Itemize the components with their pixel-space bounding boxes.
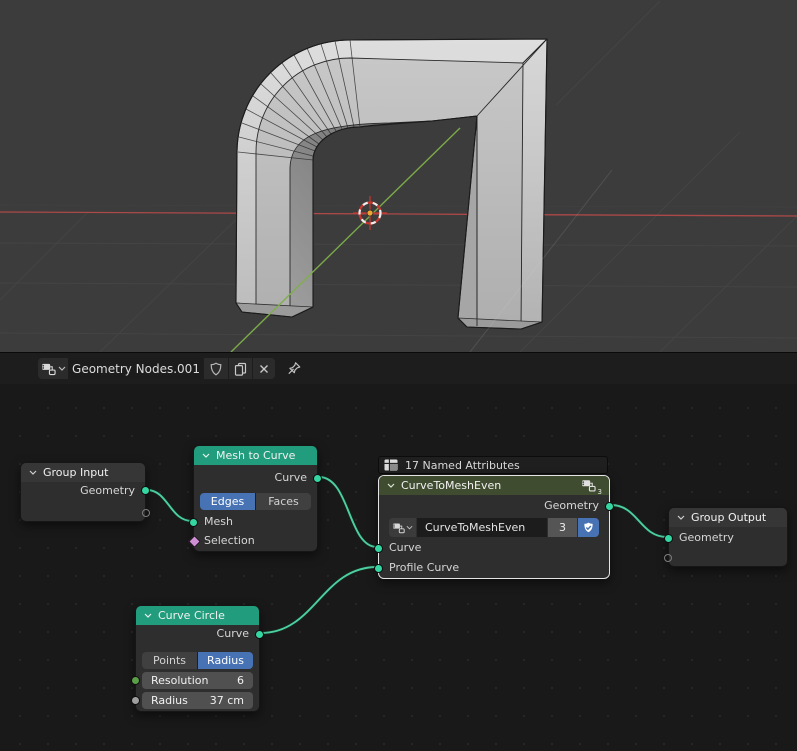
chevron-down-icon — [58, 366, 65, 371]
output-label-geometry: Geometry — [544, 499, 599, 512]
collapse-chevron-icon[interactable] — [387, 483, 395, 488]
node-tree-icon — [41, 363, 56, 376]
output-label-geometry: Geometry — [80, 484, 135, 497]
socket-virtual[interactable] — [664, 554, 672, 562]
link-curvetomesh-groupoutput — [610, 504, 668, 538]
socket-geometry-output[interactable] — [141, 486, 150, 495]
node-header[interactable]: Curve Circle — [136, 606, 259, 625]
node-tree-icon — [392, 523, 405, 534]
shield-icon — [210, 361, 222, 375]
input-label-selection: Selection — [204, 534, 255, 547]
node-tree-icon — [582, 480, 596, 492]
link-curvecircle-curvetomesh — [260, 566, 378, 634]
pin-toggle[interactable] — [287, 361, 302, 376]
mode-toggle: Edges Faces — [200, 493, 311, 510]
datablock-name-field[interactable]: Geometry Nodes.001 — [69, 358, 203, 379]
datablock-selector: Geometry Nodes.001 — [38, 358, 275, 379]
node-title: Curve Circle — [158, 609, 225, 622]
socket-geometry-output[interactable] — [605, 502, 614, 511]
radius-label: Radius — [151, 694, 188, 707]
socket-curve-output[interactable] — [313, 474, 322, 483]
node-title: Mesh to Curve — [216, 449, 296, 462]
socket-radius-input[interactable] — [131, 696, 140, 705]
radius-field[interactable]: Radius 37 cm — [142, 692, 253, 709]
link-groupinput-meshtocurve — [146, 489, 193, 522]
node-title: Group Output — [691, 511, 767, 524]
object-origin-dot — [366, 209, 374, 217]
fake-user-shield-button[interactable] — [578, 518, 599, 537]
node-mesh-to-curve[interactable]: Mesh to Curve Curve Edges Faces Mesh Sel… — [188, 445, 322, 552]
viewport-scene — [0, 0, 797, 352]
close-icon — [260, 364, 268, 373]
node-header[interactable]: Mesh to Curve — [194, 446, 317, 465]
pin-icon — [288, 362, 301, 375]
socket-geometry-input[interactable] — [664, 534, 673, 543]
node-curve-to-mesh-even[interactable]: CurveToMeshEven 3 Geometry CurveToMeshEv… — [374, 475, 614, 579]
blender-window: Geometry Nodes.001 Group Input Geometry … — [0, 0, 797, 751]
collapse-chevron-icon[interactable] — [677, 515, 685, 520]
socket-curve-input[interactable] — [374, 544, 383, 553]
mode-points-button[interactable]: Points — [142, 652, 197, 669]
group-tree-browse-button[interactable] — [389, 518, 416, 537]
duplicate-datablock-button[interactable] — [229, 358, 252, 379]
socket-curve-output[interactable] — [255, 630, 264, 639]
group-name-field[interactable]: CurveToMeshEven — [417, 518, 547, 537]
resolution-value: 6 — [237, 674, 244, 687]
shield-check-icon — [584, 522, 593, 532]
viewport-3d[interactable] — [0, 0, 797, 352]
node-header[interactable]: Group Output — [669, 508, 787, 527]
radius-value: 37 cm — [209, 694, 244, 707]
link-meshtocurve-curvetomesh — [318, 476, 378, 548]
socket-resolution-input[interactable] — [131, 676, 140, 685]
node-editor-canvas[interactable]: Group Input Geometry Mesh to Curve Curve… — [0, 384, 797, 751]
mode-faces-button[interactable]: Faces — [256, 493, 311, 510]
input-label-geometry: Geometry — [679, 531, 734, 544]
group-user-count: 3 — [597, 488, 602, 496]
socket-profile-curve-input[interactable] — [374, 564, 383, 573]
node-title: CurveToMeshEven — [401, 479, 502, 492]
named-attributes-badge: 17 Named Attributes — [378, 456, 608, 474]
node-header[interactable]: CurveToMeshEven 3 — [379, 476, 609, 496]
copy-icon — [234, 362, 247, 376]
group-datablock-row: CurveToMeshEven 3 — [389, 518, 599, 537]
group-users-indicator: 3 — [581, 478, 602, 496]
mode-edges-button[interactable]: Edges — [200, 493, 255, 510]
chevron-down-icon — [406, 525, 413, 530]
node-curve-circle[interactable]: Curve Circle Curve Points Radius Resolut… — [131, 605, 264, 712]
output-label-curve: Curve — [274, 471, 307, 484]
socket-virtual[interactable] — [142, 509, 150, 517]
axis-x-line — [0, 211, 797, 217]
socket-mesh-input[interactable] — [189, 518, 198, 527]
node-header[interactable]: Group Input — [21, 463, 145, 482]
node-group-output[interactable]: Group Output Geometry — [664, 507, 788, 567]
output-label-curve: Curve — [216, 627, 249, 640]
collapse-chevron-icon[interactable] — [202, 453, 210, 458]
node-title: Group Input — [43, 466, 109, 479]
resolution-label: Resolution — [151, 674, 209, 687]
named-attributes-text: 17 Named Attributes — [405, 458, 520, 472]
cursor-3d[interactable] — [353, 196, 387, 230]
node-tree-browse-button[interactable] — [38, 358, 68, 379]
input-label-mesh: Mesh — [204, 515, 233, 528]
group-user-count-button[interactable]: 3 — [548, 518, 577, 537]
spreadsheet-icon — [384, 459, 398, 471]
node-group-input[interactable]: Group Input Geometry — [20, 462, 150, 522]
mesh-arch-tube[interactable] — [235, 38, 548, 330]
resolution-field[interactable]: Resolution 6 — [142, 672, 253, 689]
mode-radius-button[interactable]: Radius — [198, 652, 253, 669]
input-label-profile-curve: Profile Curve — [389, 561, 460, 574]
collapse-chevron-icon[interactable] — [29, 470, 37, 475]
node-editor-header: Geometry Nodes.001 — [0, 352, 797, 384]
fake-user-button[interactable] — [204, 358, 228, 379]
unlink-datablock-button[interactable] — [253, 358, 275, 379]
mode-toggle: Points Radius — [142, 652, 253, 669]
input-label-curve: Curve — [389, 541, 422, 554]
collapse-chevron-icon[interactable] — [144, 613, 152, 618]
